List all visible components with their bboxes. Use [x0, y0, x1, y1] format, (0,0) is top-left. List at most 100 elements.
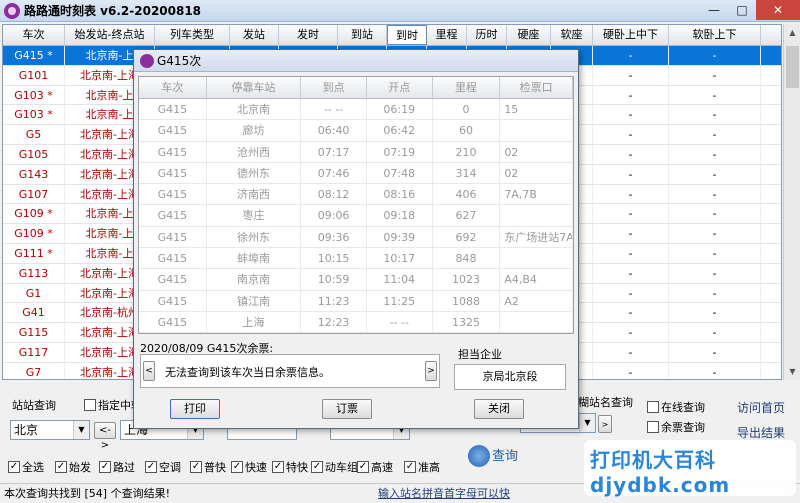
scroll-down-arrow-icon[interactable]: ▼ [784, 363, 800, 380]
check-icon[interactable]: ✓ [55, 461, 67, 473]
stop-arrive: 07:46 [301, 162, 367, 184]
table-cell: - [593, 105, 669, 125]
home-link[interactable]: 访问首页 [737, 399, 785, 416]
status-result-count: 本次查询共找到 [54] 个查询结果! [4, 487, 170, 500]
table-cell: G113 [3, 263, 65, 283]
app-logo-icon [140, 53, 154, 68]
column-header[interactable]: 硬卧上中下 [593, 25, 669, 45]
filter-checkbox[interactable]: ✓ 动车组 [311, 459, 358, 475]
column-header[interactable]: 发站 [230, 25, 279, 45]
stop-km: 210 [433, 141, 501, 162]
scroll-up-arrow-icon[interactable]: ▲ [784, 24, 800, 41]
column-header[interactable]: 发时 [279, 25, 338, 45]
table-cell: G101 [3, 65, 65, 85]
export-link[interactable]: 导出结果 [737, 424, 785, 441]
stop-row[interactable]: G415 廊坊 06:40 06:42 60 [139, 120, 573, 142]
filter-checkbox[interactable]: ✓ 路过 [99, 459, 135, 475]
table-cell: - [669, 243, 761, 263]
table-scrollbar[interactable]: ▲ ▼ [783, 24, 800, 380]
stop-row[interactable]: G415 上海 12:23 -- -- 1325 [139, 311, 573, 334]
column-header[interactable]: 到时 [387, 25, 427, 45]
close-dialog-button[interactable]: 关闭 [474, 399, 524, 419]
stop-arrive: 10:15 [301, 248, 367, 269]
check-icon[interactable]: ✓ [231, 461, 243, 473]
online-query-checkbox[interactable]: 在线查询 [647, 399, 705, 415]
scroll-thumb[interactable] [786, 46, 799, 88]
table-cell: - [669, 164, 761, 184]
minimize-button[interactable]: — [700, 0, 728, 20]
filter-checkbox[interactable]: ✓ 全选 [8, 459, 44, 475]
dialog-title: G415次 [157, 54, 202, 68]
check-icon[interactable]: ✓ [357, 461, 369, 473]
stop-train: G415 [139, 184, 207, 205]
remaining-seats-panel: 2020/08/09 G415次余票: < 无法查询到该车次当日余票信息。 > [140, 340, 442, 390]
print-button[interactable]: 打印 [170, 399, 220, 419]
stop-row[interactable]: G415 沧州西 07:17 07:19 210 02 [139, 141, 573, 163]
stop-arrive: 11:23 [301, 290, 367, 311]
check-icon[interactable]: ✓ [145, 461, 157, 473]
maximize-button[interactable]: □ [728, 0, 756, 20]
filter-checkbox[interactable]: ✓ 特快 [272, 459, 308, 475]
remaining-query-checkbox[interactable]: 余票查询 [647, 419, 705, 435]
filter-checkbox[interactable]: ✓ 准高 [404, 459, 440, 475]
stop-station: 北京南 [207, 99, 302, 120]
check-icon[interactable]: ✓ [404, 461, 416, 473]
query-button[interactable]: 查询 [492, 445, 518, 464]
check-icon[interactable]: ✓ [99, 461, 111, 473]
filter-checkbox[interactable]: ✓ 普快 [190, 459, 226, 475]
column-header[interactable]: 历时 [467, 25, 507, 45]
stop-station: 蚌埠南 [207, 248, 302, 269]
stop-row[interactable]: G415 济南西 08:12 08:16 406 7A,7B [139, 184, 573, 206]
column-header[interactable]: 到站 [338, 25, 387, 45]
table-cell: - [669, 105, 761, 125]
app-window: 路路通时刻表 v6.2-20200818 — □ ✕ 车次 始发站-终点站 列车类型… [0, 0, 800, 503]
table-cell: - [593, 263, 669, 283]
column-header[interactable]: 软卧上下 [669, 25, 761, 45]
stop-row[interactable]: G415 镇江南 11:23 11:25 1088 A2 [139, 290, 573, 312]
column-header[interactable]: 始发站-终点站 [65, 25, 155, 45]
stop-arrive: 09:06 [301, 205, 367, 226]
dialog-title-bar: G415次 [134, 50, 578, 72]
from-station-select[interactable]: 北京 ▼ [10, 420, 90, 440]
stop-train: G415 [139, 269, 207, 290]
filter-checkbox[interactable]: ✓ 快速 [231, 459, 267, 475]
table-header: 车次 始发站-终点站 列车类型 发站 发时 到站 到时 里程 历时 硬座 软座 硬卧上中下 软卧上下 [3, 25, 781, 46]
stop-row[interactable]: G415 南京南 10:59 11:04 1023 A4,B4 [139, 269, 573, 291]
column-header[interactable]: 车次 [3, 25, 65, 45]
stop-depart: 09:18 [367, 205, 433, 226]
arrow-right-icon[interactable]: > [598, 415, 612, 433]
stop-km: 1325 [433, 311, 501, 333]
column-header[interactable]: 硬座 [507, 25, 551, 45]
filter-checkbox[interactable]: ✓ 高速 [357, 459, 393, 475]
filter-checkbox[interactable]: ✓ 始发 [55, 459, 91, 475]
search-globe-icon[interactable] [468, 445, 490, 467]
column-header[interactable]: 软座 [551, 25, 593, 45]
column-header[interactable]: 里程 [427, 25, 467, 45]
table-cell: G105 [3, 144, 65, 164]
stop-km: 60 [433, 120, 501, 141]
column-header[interactable]: 列车类型 [155, 25, 230, 45]
stop-row[interactable]: G415 北京南 -- -- 06:19 0 15 [139, 99, 573, 121]
stop-row[interactable]: G415 德州东 07:46 07:48 314 02 [139, 162, 573, 185]
filter-checkbox[interactable]: ✓ 空调 [145, 459, 181, 475]
swap-stations-button[interactable]: <-> [94, 422, 116, 451]
next-arrow-icon[interactable]: > [425, 361, 437, 381]
stop-gate [500, 248, 573, 269]
close-button[interactable]: ✕ [756, 0, 800, 20]
stop-station: 枣庄 [207, 205, 302, 226]
check-icon[interactable]: ✓ [311, 461, 323, 473]
stop-row[interactable]: G415 枣庄 09:06 09:18 627 [139, 205, 573, 227]
check-icon[interactable]: ✓ [190, 461, 202, 473]
stop-row[interactable]: G415 徐州东 09:36 09:39 692 东广场进站7A [139, 226, 573, 249]
prev-arrow-icon[interactable]: < [143, 361, 155, 381]
check-icon[interactable]: ✓ [8, 461, 20, 473]
book-button[interactable]: 订票 [322, 399, 372, 419]
stop-arrive: 06:40 [301, 120, 367, 141]
stop-depart: 10:17 [367, 248, 433, 269]
check-icon[interactable]: ✓ [272, 461, 284, 473]
table-cell: G107 [3, 184, 65, 204]
table-cell: - [593, 342, 669, 362]
stop-arrive: 10:59 [301, 269, 367, 290]
operator-panel: 担当企业 京局北京段 [450, 340, 572, 390]
stop-row[interactable]: G415 蚌埠南 10:15 10:17 848 [139, 248, 573, 270]
